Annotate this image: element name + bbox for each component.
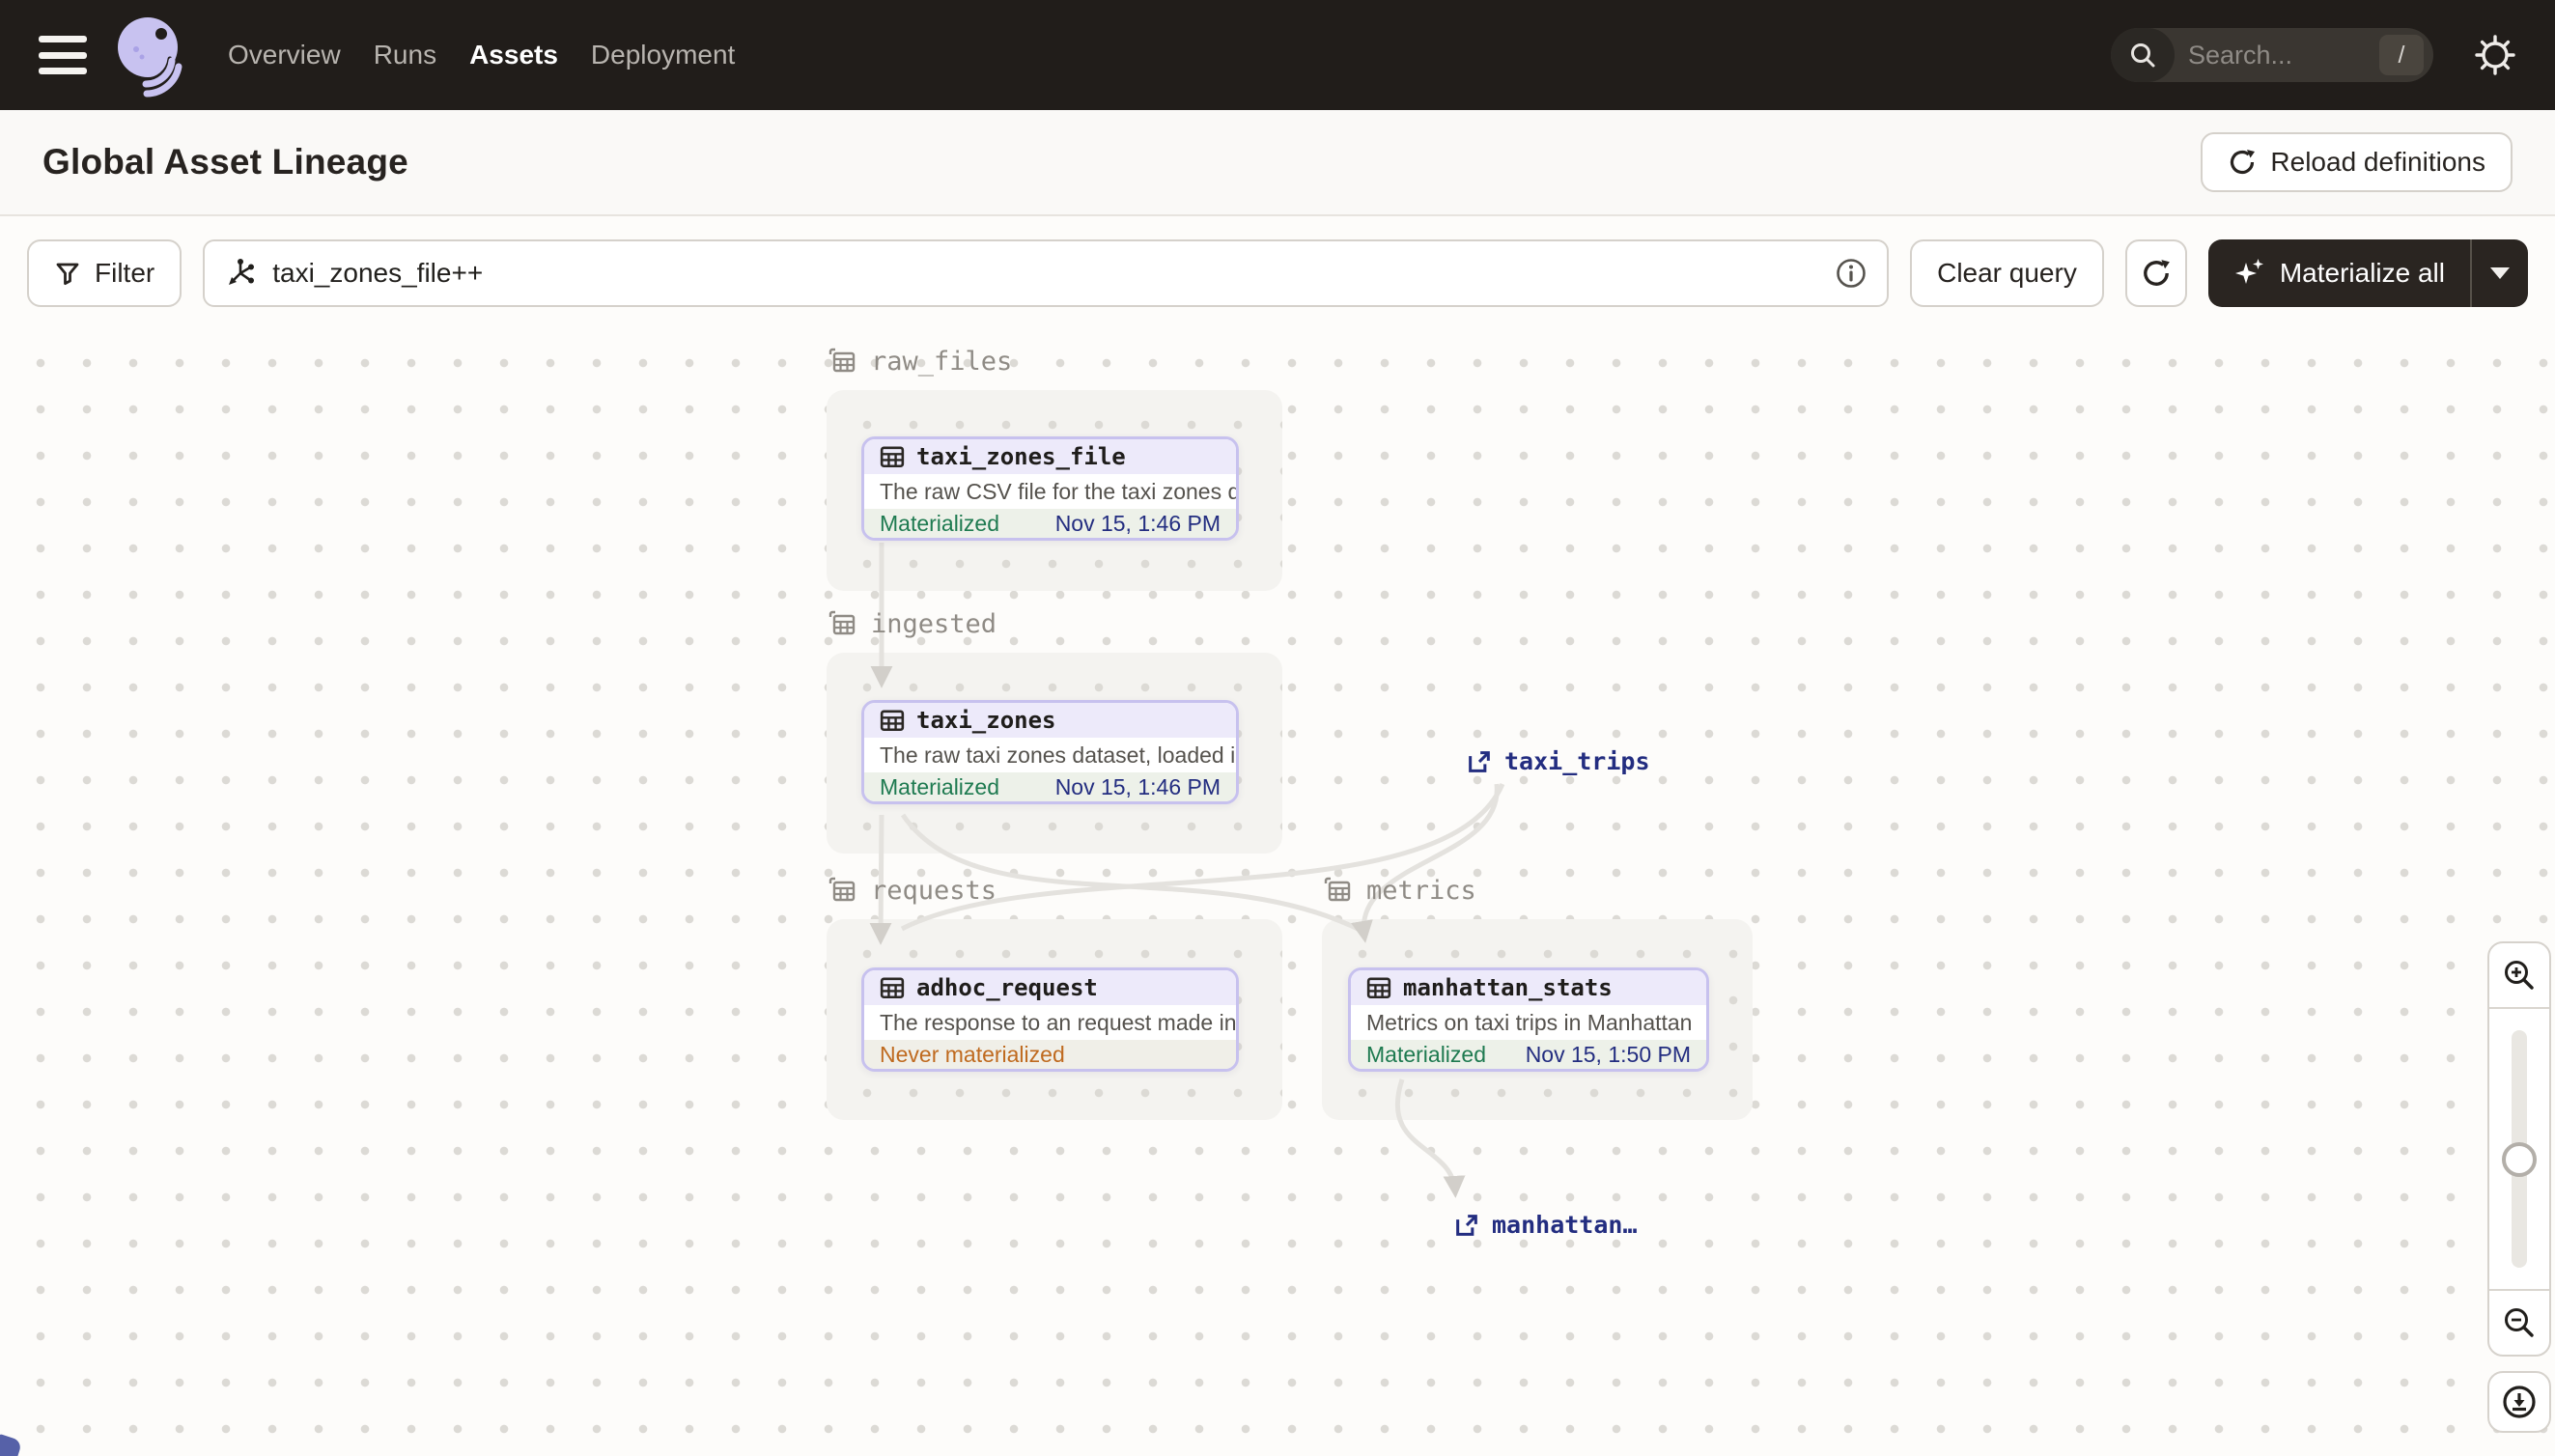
- asset-node-taxi-zones[interactable]: taxi_zones The raw taxi zones dataset, l…: [861, 700, 1239, 804]
- table-icon: [880, 710, 905, 732]
- filter-button[interactable]: Filter: [27, 239, 182, 307]
- nav-links: Overview Runs Assets Deployment: [226, 34, 737, 76]
- external-link-icon: [1469, 750, 1490, 772]
- status-badge: Never materialized: [880, 1041, 1065, 1067]
- status-badge: Materialized: [880, 510, 999, 536]
- zoom-slider[interactable]: [2489, 1009, 2549, 1289]
- asset-description: The raw taxi zones dataset, loaded int..…: [880, 742, 1236, 768]
- download-icon: [2503, 1386, 2536, 1418]
- asset-name: taxi_zones: [916, 707, 1056, 734]
- search-icon: [2111, 28, 2175, 82]
- asset-description: The response to an request made in th...: [880, 1009, 1236, 1035]
- external-asset-manhattan-map[interactable]: manhattan…: [1453, 1211, 1638, 1239]
- external-asset-taxi-trips[interactable]: taxi_trips: [1466, 747, 1650, 775]
- table-group-icon: [828, 877, 856, 902]
- asset-node-adhoc-request[interactable]: adhoc_request The response to an request…: [861, 967, 1239, 1072]
- zoom-controls: [2487, 941, 2551, 1357]
- asset-name: adhoc_request: [916, 974, 1098, 1001]
- page-title: Global Asset Lineage: [42, 142, 408, 182]
- zoom-out-icon: [2505, 1308, 2534, 1337]
- search-input[interactable]: [2175, 40, 2379, 70]
- search-shortcut-badge: /: [2379, 35, 2424, 75]
- asset-query-field: [203, 239, 1890, 307]
- table-icon: [1366, 977, 1391, 999]
- clear-query-button[interactable]: Clear query: [1910, 239, 2104, 307]
- asset-lineage-page: Overview Runs Assets Deployment /: [0, 0, 2555, 1456]
- sparkles-icon: [2234, 259, 2263, 284]
- global-search[interactable]: /: [2111, 28, 2433, 82]
- lineage-toolbar: Filter Clear query: [27, 239, 2528, 307]
- group-label-metrics: metrics: [1322, 875, 1476, 906]
- refresh-icon: [2143, 260, 2170, 286]
- graph-query-icon: [229, 259, 255, 285]
- octopus-logo-icon: [118, 17, 182, 98]
- asset-name: taxi_zones_file: [916, 443, 1126, 470]
- zoom-out-button[interactable]: [2489, 1289, 2549, 1355]
- zoom-in-icon: [2505, 961, 2534, 990]
- status-badge: Materialized: [880, 773, 999, 799]
- settings-gear-icon[interactable]: [2470, 30, 2520, 80]
- query-info-icon[interactable]: [1835, 257, 1867, 290]
- zoom-in-button[interactable]: [2489, 943, 2549, 1009]
- zoom-slider-handle[interactable]: [2502, 1142, 2537, 1177]
- nav-item-assets[interactable]: Assets: [467, 34, 560, 76]
- asset-node-taxi-zones-file[interactable]: taxi_zones_file The raw CSV file for the…: [861, 436, 1239, 541]
- nav-item-deployment[interactable]: Deployment: [589, 34, 737, 76]
- materialization-timestamp[interactable]: Nov 15, 1:46 PM: [1055, 774, 1221, 800]
- table-icon: [880, 977, 905, 999]
- reload-icon: [2231, 150, 2256, 175]
- table-group-icon: [1324, 877, 1351, 902]
- asset-node-manhattan-stats[interactable]: manhattan_stats Metrics on taxi trips in…: [1348, 967, 1709, 1072]
- asset-description: The raw CSV file for the taxi zones dat.…: [880, 478, 1236, 504]
- table-group-icon: [828, 348, 856, 373]
- page-header: Global Asset Lineage Reload definitions: [0, 110, 2555, 216]
- group-label-requests: requests: [827, 875, 997, 906]
- nav-item-runs[interactable]: Runs: [372, 34, 438, 76]
- hamburger-menu-icon[interactable]: [39, 36, 87, 74]
- materialization-timestamp[interactable]: Nov 15, 1:50 PM: [1526, 1042, 1691, 1068]
- refresh-button[interactable]: [2124, 239, 2187, 307]
- download-layout-button[interactable]: [2487, 1371, 2551, 1433]
- asset-description: Metrics on taxi trips in Manhattan: [1366, 1009, 1693, 1035]
- nav-item-overview[interactable]: Overview: [226, 34, 343, 76]
- external-link-icon: [1456, 1214, 1477, 1236]
- asset-name: manhattan_stats: [1403, 974, 1613, 1001]
- top-nav: Overview Runs Assets Deployment /: [0, 0, 2555, 110]
- table-group-icon: [828, 610, 856, 635]
- dagster-logo[interactable]: [110, 9, 193, 101]
- status-badge: Materialized: [1366, 1041, 1486, 1067]
- materialize-all-button[interactable]: Materialize all: [2208, 239, 2470, 307]
- materialize-all-split-button: Materialize all: [2207, 239, 2528, 307]
- materialize-options-dropdown[interactable]: [2472, 239, 2528, 307]
- funnel-icon: [56, 263, 79, 285]
- reload-definitions-button[interactable]: Reload definitions: [2201, 132, 2513, 192]
- asset-query-input[interactable]: [272, 258, 1820, 289]
- group-label-raw-files: raw_files: [827, 346, 1012, 377]
- chevron-down-icon: [2490, 267, 2510, 279]
- table-icon: [880, 446, 905, 468]
- materialization-timestamp[interactable]: Nov 15, 1:46 PM: [1055, 511, 1221, 537]
- group-label-ingested: ingested: [827, 608, 997, 639]
